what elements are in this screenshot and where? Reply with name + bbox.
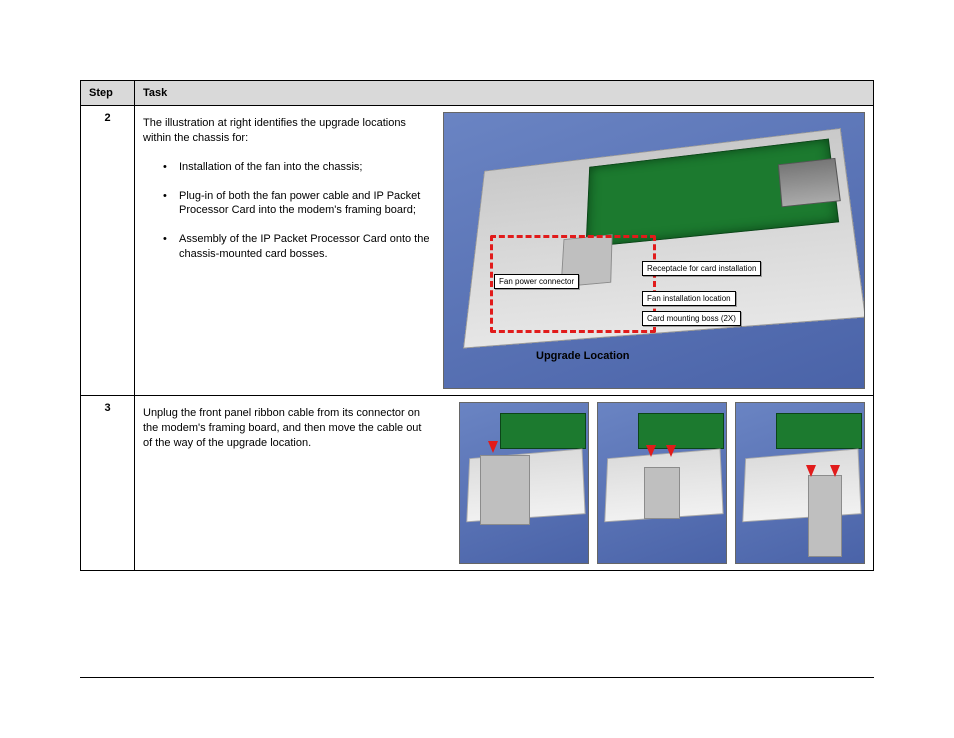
task-bullet: Plug-in of both the fan power cable and … [163,189,433,219]
arrow-down-icon [646,445,656,457]
col-header-task: Task [135,81,874,106]
psu-icon [778,158,841,207]
task-bullet-list: Installation of the fan into the chassis… [143,160,433,262]
pcb-icon [638,413,724,449]
table-row: 3 Unplug the front panel ribbon cable fr… [81,396,874,571]
document-page: Step Task 2 The illustration at right id… [0,0,954,738]
task-text: The illustration at right identifies the… [143,112,433,389]
arrow-down-icon [666,445,676,457]
unplug-step-illustration [735,402,865,564]
unplug-step-illustration [459,402,589,564]
table-header-row: Step Task [81,81,874,106]
ribbon-cable-icon [808,475,842,557]
arrow-down-icon [488,441,498,453]
col-header-step: Step [81,81,135,106]
step-number: 2 [81,106,135,396]
chassis-icon [742,449,861,523]
task-intro: The illustration at right identifies the… [143,116,433,146]
task-cell: The illustration at right identifies the… [135,106,874,396]
ribbon-cable-icon [644,467,680,519]
task-figure-row [443,402,865,564]
pcb-icon [776,413,862,449]
chassis-illustration: Fan power connector Receptacle for card … [443,112,865,389]
unplug-step-illustration [597,402,727,564]
callout-fan-location: Fan installation location [642,291,736,306]
callout-fan-power: Fan power connector [494,274,579,289]
callout-receptacle: Receptacle for card installation [642,261,761,276]
task-bullet: Assembly of the IP Packet Processor Card… [163,232,433,262]
task-intro: Unplug the front panel ribbon cable from… [143,406,433,451]
arrow-down-icon [830,465,840,477]
task-figure: Fan power connector Receptacle for card … [443,112,865,389]
task-bullet: Installation of the fan into the chassis… [163,160,433,175]
task-text: Unplug the front panel ribbon cable from… [143,402,433,564]
footer-separator [80,677,874,678]
arrow-down-icon [806,465,816,477]
upgrade-location-label: Upgrade Location [536,350,630,362]
table-row: 2 The illustration at right identifies t… [81,106,874,396]
steps-table: Step Task 2 The illustration at right id… [80,80,874,571]
pcb-icon [500,413,586,449]
task-cell: Unplug the front panel ribbon cable from… [135,396,874,571]
step-number: 3 [81,396,135,571]
callout-mounting-boss: Card mounting boss (2X) [642,311,741,326]
ribbon-cable-icon [480,455,530,525]
